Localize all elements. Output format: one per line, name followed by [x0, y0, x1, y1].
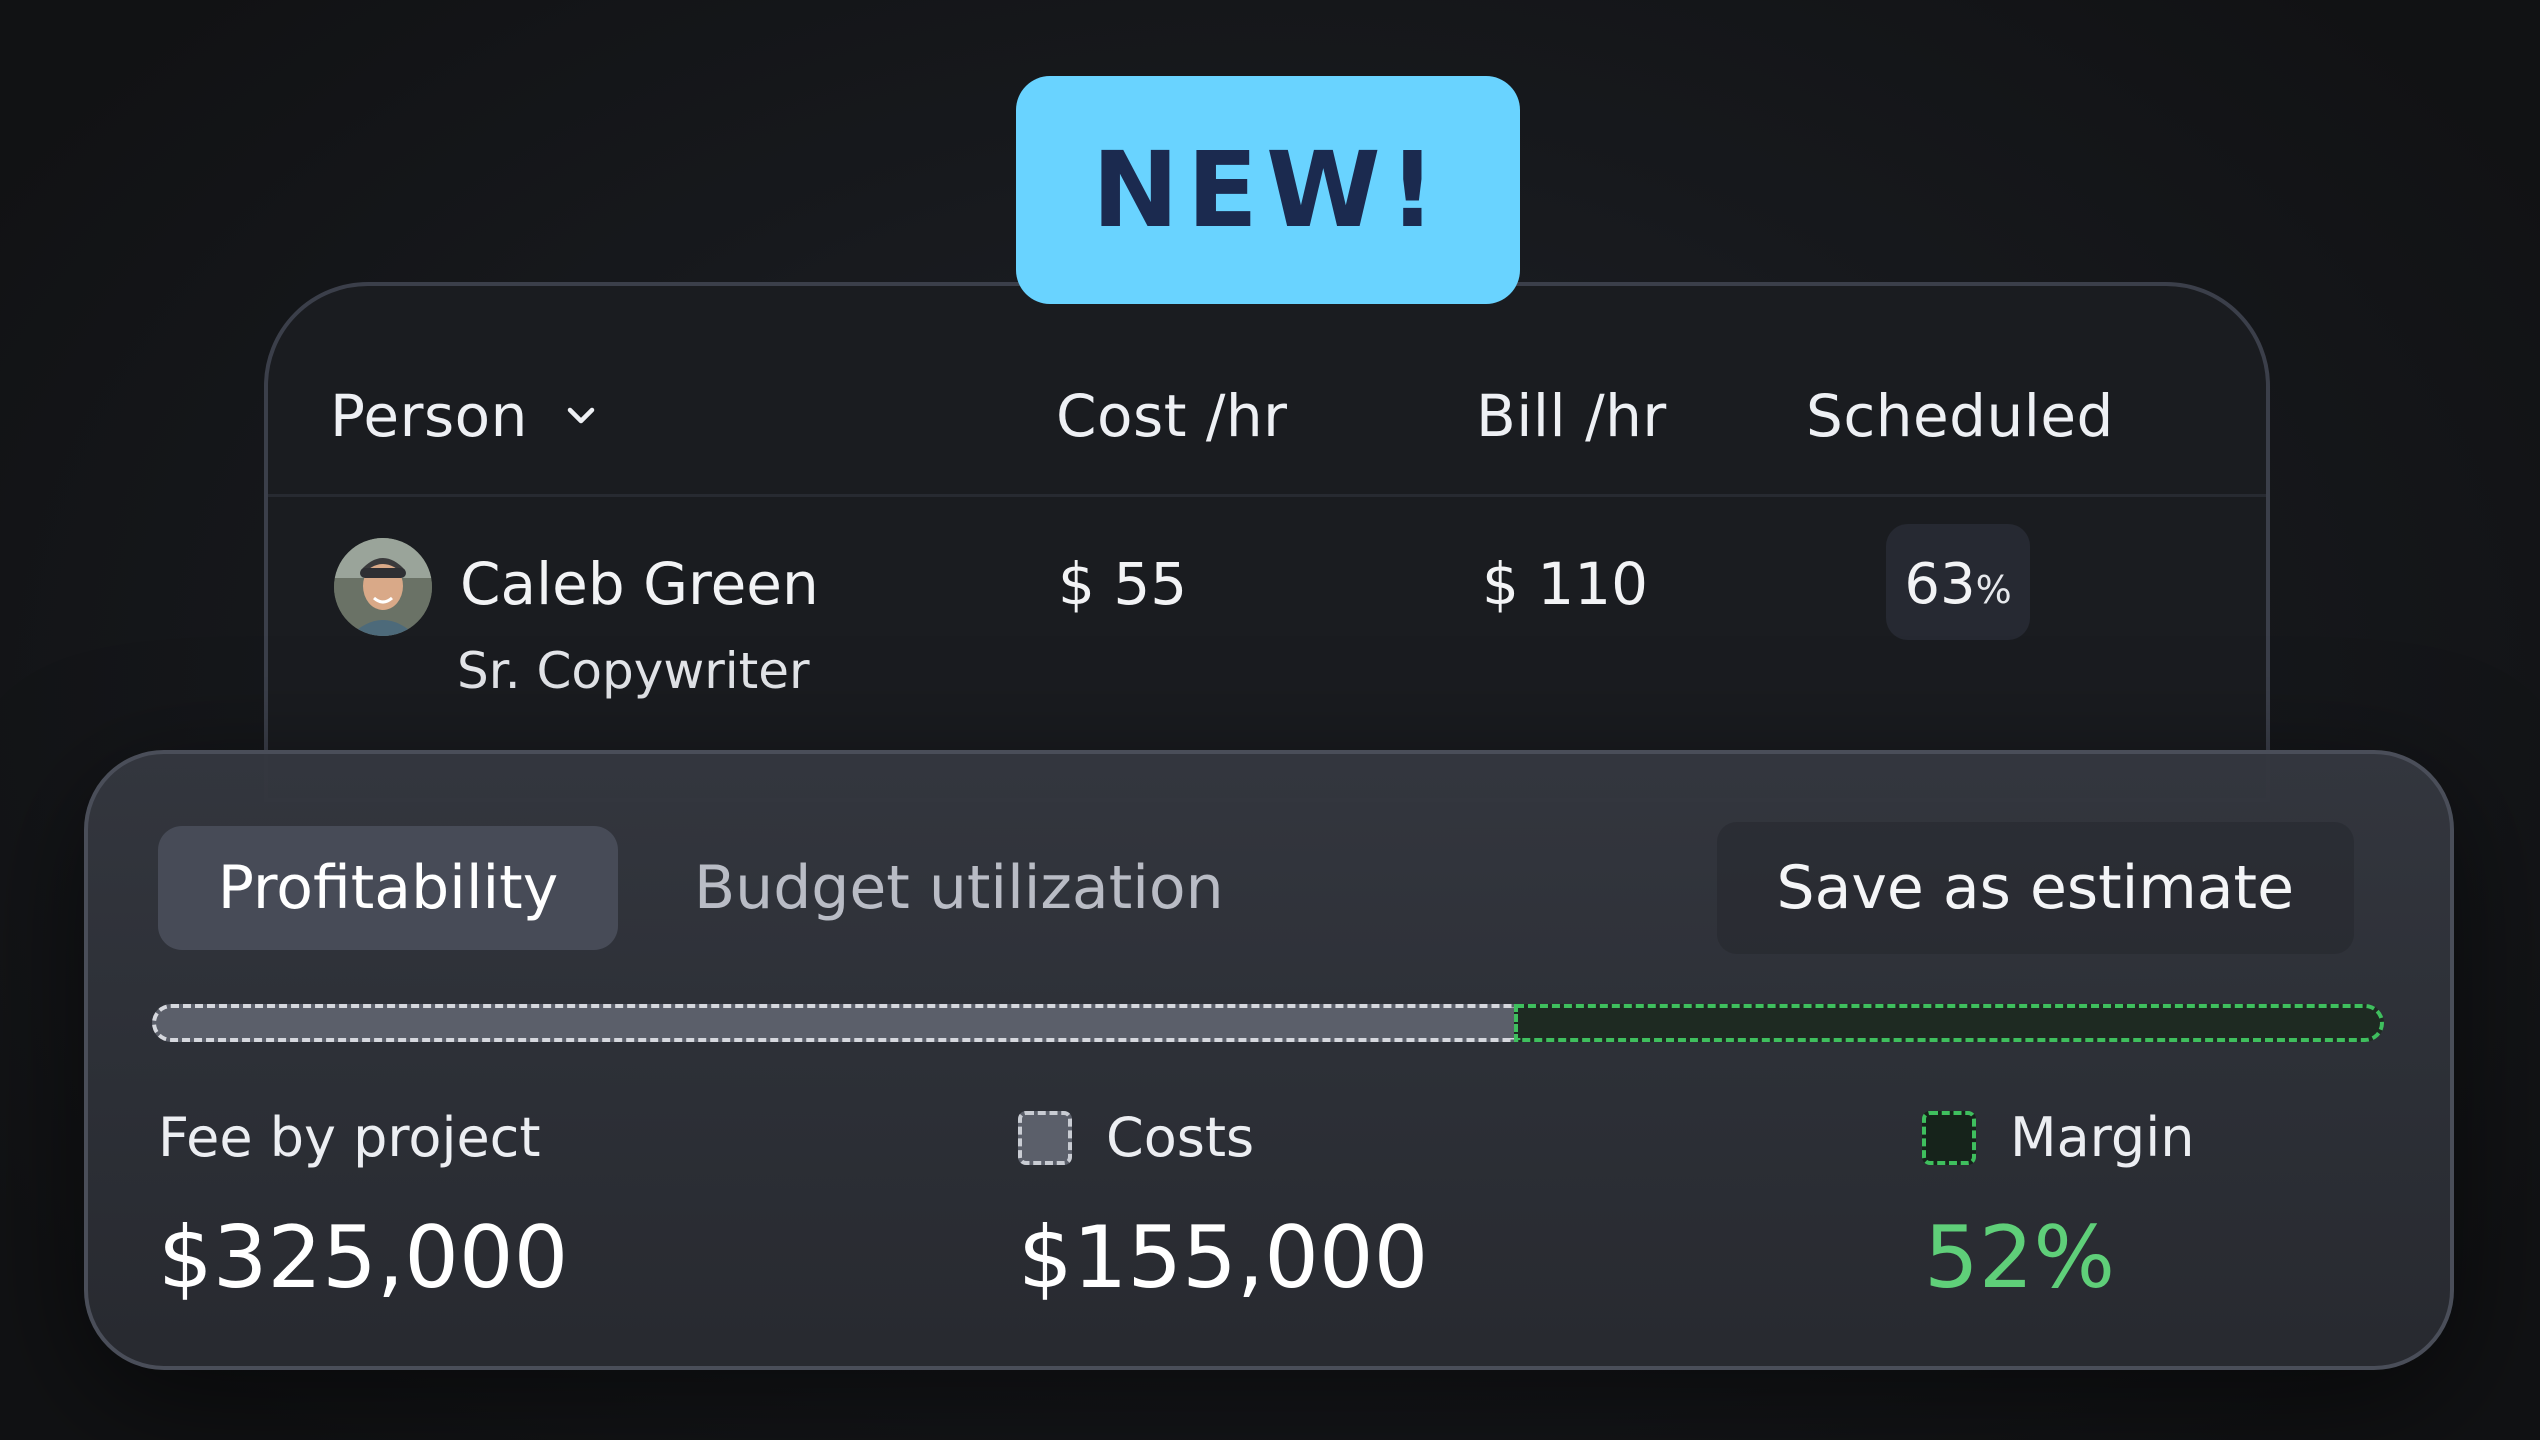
margin-legend-swatch [1922, 1110, 1976, 1165]
new-badge-text: NEW! [1091, 129, 1445, 251]
scheduled-value: 63 [1904, 552, 1976, 617]
fee-label-text: Fee by project [158, 1106, 541, 1169]
stage: NEW! Person Cost /hr Bill /hr Scheduled [0, 0, 2540, 1440]
costs-value: $155,000 [1018, 1208, 1429, 1308]
avatar [334, 538, 432, 636]
costs-label: Costs [1018, 1106, 1254, 1169]
fee-value: $325,000 [158, 1208, 569, 1308]
fee-label: Fee by project [158, 1106, 541, 1169]
cost-rate-value: $ 55 [1058, 550, 1188, 618]
profitability-panel: Profitability Budget utilization Save as… [84, 750, 2454, 1370]
margin-value: 52% [1924, 1208, 2116, 1308]
margin-bar-segment [1513, 1004, 2384, 1042]
cost-column-header: Cost /hr [1056, 382, 1288, 450]
bill-column-header: Bill /hr [1476, 382, 1667, 450]
margin-label-text: Margin [2010, 1106, 2195, 1169]
table-header: Person Cost /hr Bill /hr Scheduled [268, 286, 2266, 497]
costs-legend-swatch [1018, 1110, 1072, 1165]
chevron-down-icon[interactable] [564, 399, 598, 433]
costs-label-text: Costs [1106, 1106, 1255, 1169]
scheduled-unit: % [1975, 568, 2012, 612]
save-as-estimate-button[interactable]: Save as estimate [1716, 822, 2354, 954]
person-name: Caleb Green [460, 550, 819, 618]
tab-budget-utilization[interactable]: Budget utilization [694, 826, 1224, 950]
profitability-bar [152, 1004, 2384, 1046]
scheduled-column-header: Scheduled [1806, 382, 2114, 450]
person-column-label: Person [330, 382, 528, 450]
person-role: Sr. Copywriter [457, 642, 810, 700]
new-badge: NEW! [1016, 76, 1520, 304]
person-column-dropdown[interactable]: Person [330, 382, 598, 450]
margin-label: Margin [1922, 1106, 2194, 1169]
scheduled-badge: 63 % [1886, 524, 2030, 640]
bill-rate-value: $ 110 [1482, 550, 1649, 618]
costs-bar-segment [152, 1004, 1514, 1042]
tab-profitability[interactable]: Profitability [158, 826, 618, 950]
